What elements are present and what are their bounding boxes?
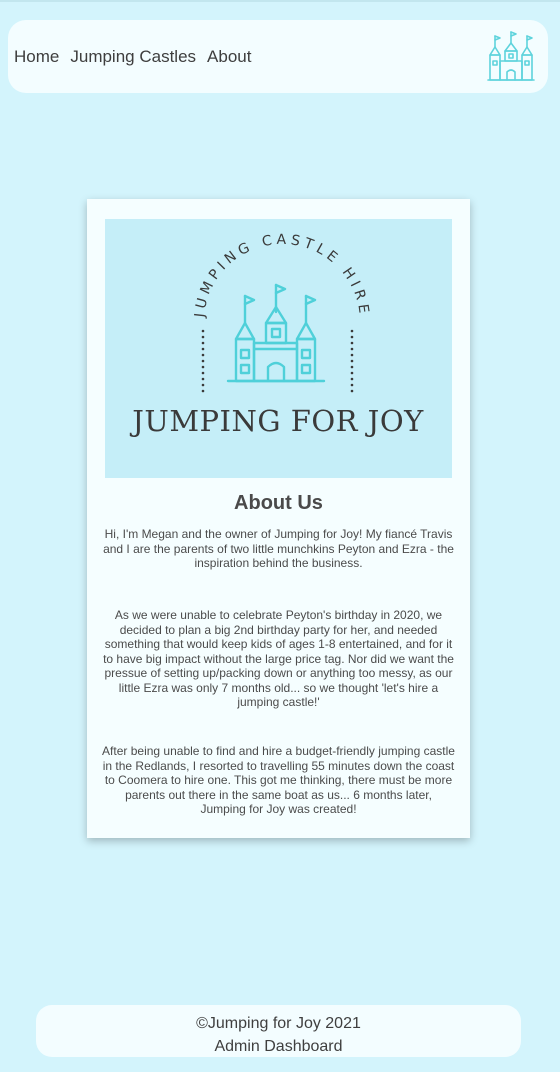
about-paragraph-1: Hi, I'm Megan and the owner of Jumping f… xyxy=(103,527,454,570)
admin-dashboard-link[interactable]: Admin Dashboard xyxy=(36,1035,521,1058)
nav-home-link[interactable]: Home xyxy=(14,47,59,67)
copyright-text: ©Jumping for Joy 2021 xyxy=(196,1015,361,1032)
about-paragraph-2: As we were unable to celebrate Peyton's … xyxy=(103,608,454,709)
dotted-columns xyxy=(201,329,354,393)
nav-about-link[interactable]: About xyxy=(207,47,251,67)
footer: ©Jumping for Joy 2021 Admin Dashboard xyxy=(36,1005,521,1057)
logo-arc-text: JUMPING CASTLE HIRE xyxy=(192,232,372,319)
castle-icon xyxy=(226,283,326,383)
about-card: JUMPING CASTLE HIRE JUMPING FOR JOY Abou… xyxy=(87,199,470,838)
castle-icon[interactable] xyxy=(486,31,536,83)
hero-banner: JUMPING CASTLE HIRE JUMPING FOR JOY xyxy=(105,219,452,478)
nav-jumping-castles-link[interactable]: Jumping Castles xyxy=(70,47,196,67)
top-border xyxy=(0,0,560,2)
jumping-for-joy-logo: JUMPING CASTLE HIRE JUMPING FOR JOY xyxy=(129,232,424,438)
page-title: About Us xyxy=(234,492,323,514)
logo-brand-text: JUMPING FOR JOY xyxy=(129,404,424,438)
about-paragraph-3: After being unable to find and hire a bu… xyxy=(102,744,455,816)
navbar: Home Jumping Castles About xyxy=(8,20,548,93)
